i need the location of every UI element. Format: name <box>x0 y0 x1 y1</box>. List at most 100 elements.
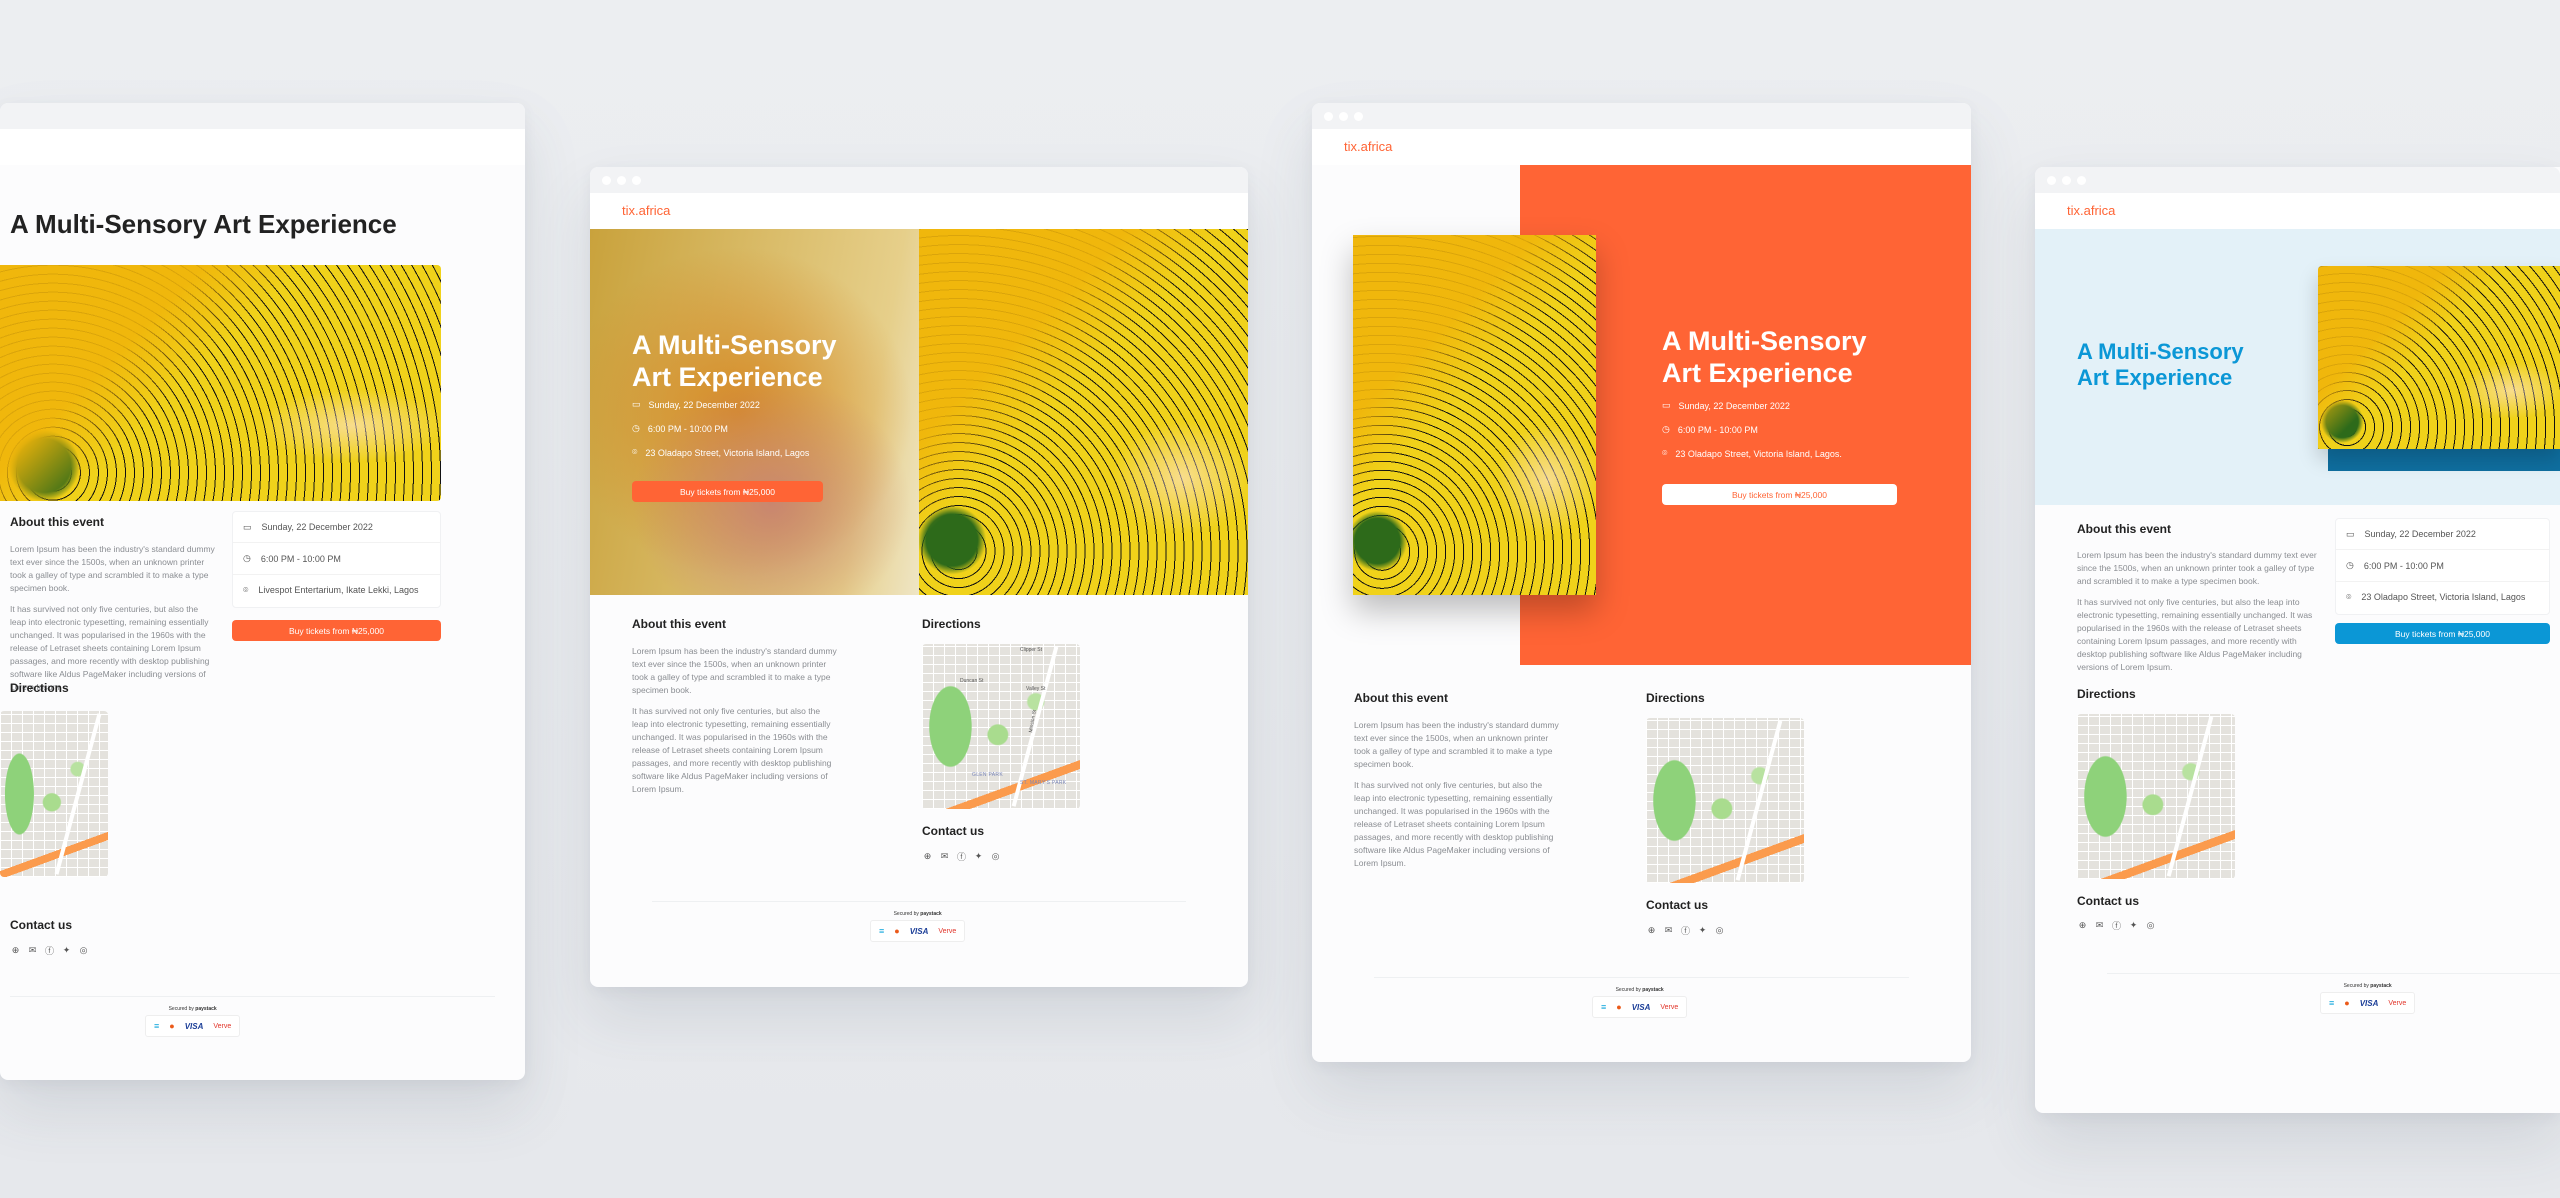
directions-map[interactable] <box>2077 714 2235 879</box>
about-heading: About this event <box>10 515 105 529</box>
title-line: A Multi-Sensory <box>632 330 837 360</box>
window-variant-1: A Multi-Sensory Art Experience About thi… <box>0 103 525 1080</box>
instagram-icon[interactable]: ◎ <box>990 851 1001 862</box>
payment-badges: Secured by paystack ≡ ● VISA Verve <box>870 911 966 942</box>
contact-icons: ⊕ ✉ ⓕ ✦ ◎ <box>1646 925 1725 936</box>
browser-chrome <box>0 103 525 129</box>
facebook-icon[interactable]: ⓕ <box>1680 925 1691 936</box>
payment-badges: Secured by paystack ≡ ● VISA Verve <box>2320 983 2416 1014</box>
event-time-text: 6:00 PM - 10:00 PM <box>647 423 728 434</box>
mastercard-icon: ● <box>169 1021 175 1031</box>
event-info-card: ▭ Sunday, 22 December 2022 ◷ 6:00 PM - 10:… <box>2335 518 2550 615</box>
facebook-icon[interactable]: ⓕ <box>956 851 967 862</box>
site-header: tix.africa <box>590 193 1248 229</box>
title-line: A Multi-Sensory <box>1662 326 1867 356</box>
clock-icon: ◷ <box>632 423 640 433</box>
instagram-icon[interactable]: ◎ <box>1714 925 1725 936</box>
event-time: 6:00 PM - 10:00 PM <box>2363 560 2444 571</box>
location-pin-icon: ⌾ <box>1662 448 1668 458</box>
clock-icon: ◷ <box>2346 560 2354 571</box>
buy-tickets-button[interactable]: Buy tickets from ₦25,000 <box>1662 484 1897 505</box>
globe-icon[interactable]: ⊕ <box>1646 925 1657 936</box>
map-label: Duncan St <box>960 678 984 684</box>
facebook-icon[interactable]: ⓕ <box>44 945 55 956</box>
event-time: 6:00 PM - 10:00 PM <box>260 553 341 564</box>
location-pin-icon: ⌾ <box>2346 591 2352 602</box>
event-poster <box>1353 235 1596 595</box>
browser-chrome <box>2035 167 2560 193</box>
twitter-icon[interactable]: ✦ <box>61 945 72 956</box>
mail-icon[interactable]: ✉ <box>27 945 38 956</box>
mastercard-icon: ● <box>894 926 900 936</box>
directions-map[interactable] <box>1646 718 1804 883</box>
site-header: tix.africa <box>2035 193 2560 229</box>
clock-icon: ◷ <box>1662 424 1670 434</box>
contact-heading: Contact us <box>10 918 73 932</box>
globe-icon[interactable]: ⊕ <box>922 851 933 862</box>
event-time: ◷ 6:00 PM - 10:00 PM <box>632 423 728 434</box>
window-variant-4: tix.africa A Multi-Sensory Art Experience… <box>2035 167 2560 1113</box>
about-text: Lorem Ipsum has been the industry's stan… <box>2077 549 2317 682</box>
contact-icons: ⊕ ✉ ⓕ ✦ ◎ <box>2077 920 2156 931</box>
footer-divider <box>2107 973 2560 974</box>
map-label: GLEN PARK <box>972 772 1003 778</box>
clock-icon: ◷ <box>243 553 251 564</box>
paystack-logo: paystack <box>195 1006 217 1012</box>
mail-icon[interactable]: ✉ <box>1663 925 1674 936</box>
globe-icon[interactable]: ⊕ <box>2077 920 2088 931</box>
paystack-logo: paystack <box>920 911 942 917</box>
site-header: tix.africa <box>1312 129 1971 165</box>
hero-blurred-background <box>590 229 920 595</box>
directions-heading: Directions <box>1646 691 1705 705</box>
event-date: Sunday, 22 December 2022 <box>2364 529 2476 540</box>
brand-logo[interactable]: tix.africa <box>622 203 670 218</box>
about-text: Lorem Ipsum has been the industry's stan… <box>10 543 215 702</box>
calendar-icon: ▭ <box>1662 400 1671 410</box>
mastercard-icon: ● <box>1616 1002 1622 1012</box>
verve-icon: Verve <box>1660 1003 1679 1011</box>
about-heading: About this event <box>632 617 727 631</box>
location-pin-icon: ⌾ <box>243 584 249 595</box>
title-line: Art Experience <box>2077 365 2233 391</box>
directions-heading: Directions <box>2077 687 2136 701</box>
directions-map[interactable] <box>0 711 108 877</box>
event-venue: ⌾ 23 Oladapo Street, Victoria Island, Lag… <box>632 447 809 458</box>
facebook-icon[interactable]: ⓕ <box>2111 920 2122 931</box>
paystack-logo: paystack <box>1642 987 1664 993</box>
globe-icon[interactable]: ⊕ <box>10 945 21 956</box>
event-title: A Multi-Sensory Art Experience <box>1662 325 1867 390</box>
directions-map[interactable]: Clipper St Duncan St Valley St GLEN PARK… <box>922 644 1080 809</box>
mail-icon[interactable]: ✉ <box>2094 920 2105 931</box>
twitter-icon[interactable]: ✦ <box>2128 920 2139 931</box>
buy-tickets-button[interactable]: Buy tickets from ₦25,000 <box>632 481 823 502</box>
verve-icon: Verve <box>213 1022 232 1030</box>
visa-icon: VISA <box>2359 998 2379 1008</box>
event-venue-text: 23 Oladapo Street, Victoria Island, Lago… <box>645 447 810 458</box>
brand-logo[interactable]: tix.africa <box>2067 203 2115 218</box>
event-image <box>0 265 441 501</box>
map-label: Valley St <box>1026 686 1046 692</box>
directions-heading: Directions <box>922 617 981 631</box>
instagram-icon[interactable]: ◎ <box>2145 920 2156 931</box>
event-venue: Livespot Entertarium, Ikate Lekki, Lagos <box>258 585 419 596</box>
about-paragraph: It has survived not only five centuries,… <box>1354 780 1554 868</box>
event-info-card: ▭ Sunday, 22 December 2022 ◷ 6:00 PM - 10:… <box>232 511 441 608</box>
event-image <box>919 229 1248 595</box>
buy-tickets-button[interactable]: Buy tickets from ₦25,000 <box>232 620 441 641</box>
contact-heading: Contact us <box>2077 894 2140 908</box>
brand-logo[interactable]: tix.africa <box>1344 139 1392 154</box>
calendar-icon: ▭ <box>243 521 252 532</box>
mail-icon[interactable]: ✉ <box>939 851 950 862</box>
twitter-icon[interactable]: ✦ <box>1697 925 1708 936</box>
paystack-icon: ≡ <box>879 926 885 936</box>
event-date: Sunday, 22 December 2022 <box>261 522 373 533</box>
event-venue: 23 Oladapo Street, Victoria Island, Lago… <box>2361 592 2526 603</box>
buy-tickets-button[interactable]: Buy tickets from ₦25,000 <box>2335 623 2550 644</box>
twitter-icon[interactable]: ✦ <box>973 851 984 862</box>
contact-heading: Contact us <box>1646 898 1709 912</box>
mastercard-icon: ● <box>2344 998 2350 1008</box>
instagram-icon[interactable]: ◎ <box>78 945 89 956</box>
about-paragraph: Lorem Ipsum has been the industry's stan… <box>2077 550 2317 586</box>
calendar-icon: ▭ <box>2346 528 2355 539</box>
window-variant-2: tix.africa A Multi-Sensory Art Experience… <box>590 167 1248 987</box>
